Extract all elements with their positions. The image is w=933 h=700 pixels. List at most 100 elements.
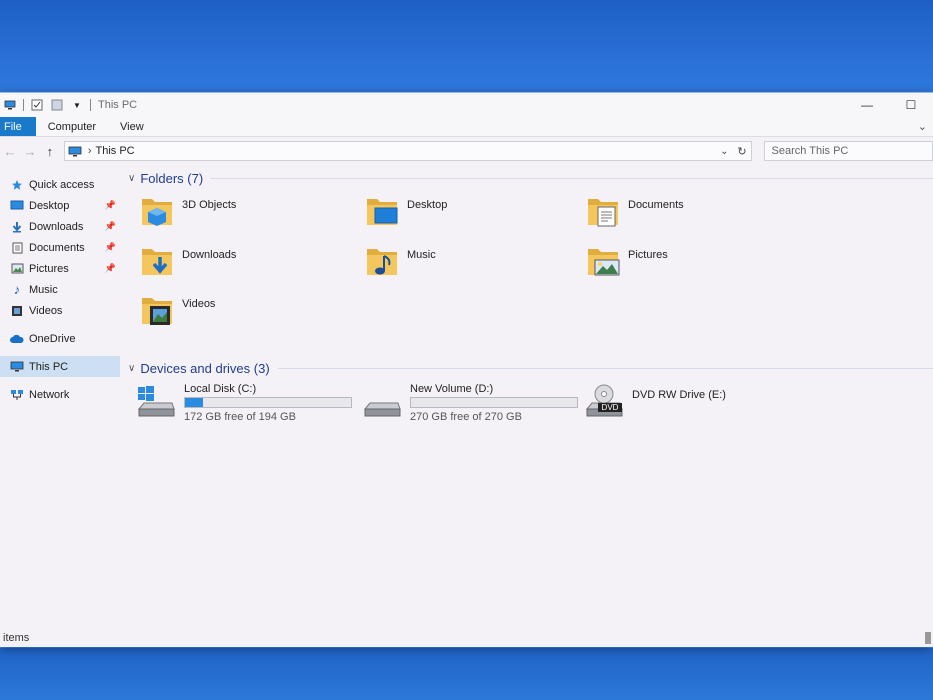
drive-label: DVD RW Drive (E:) [632, 389, 726, 401]
dvd-drive-icon: DVD [585, 384, 623, 417]
sidebar-item-label: Documents [29, 241, 85, 254]
drive-free-space: 172 GB free of 194 GB [184, 411, 296, 423]
sidebar-item-label: Pictures [29, 262, 69, 275]
chevron-down-icon[interactable]: ∨ [128, 363, 135, 374]
back-arrow-icon[interactable]: ← [0, 144, 20, 159]
maximize-icon[interactable]: ☐ [889, 93, 933, 117]
sidebar-item-label: Quick access [29, 178, 95, 191]
documents-icon [10, 242, 24, 254]
breadcrumb[interactable]: This PC [95, 145, 134, 157]
folder-videos-icon [142, 298, 172, 325]
sidebar-item-label: Videos [29, 304, 63, 317]
title-bar: ▼ This PC — ☐ [0, 93, 933, 117]
tab-view[interactable]: View [108, 117, 156, 136]
computer-icon [10, 361, 24, 373]
drive-label: Local Disk (C:) [184, 383, 257, 395]
folder-3d-objects-icon [142, 199, 172, 226]
navigation-pane: Quick access Desktop 📌 Downloads 📌 Docum… [0, 167, 120, 629]
folder-label: Music [407, 249, 436, 261]
divider [211, 177, 933, 179]
folder-downloads-icon [142, 249, 172, 275]
sidebar-item-desktop[interactable]: Desktop 📌 [0, 195, 120, 216]
folder-label: Documents [628, 199, 684, 211]
minimize-icon[interactable]: — [845, 93, 889, 117]
folder-label: Downloads [182, 249, 237, 261]
pin-icon[interactable]: 📌 [105, 221, 116, 232]
address-history-dropdown-icon[interactable]: ⌄ [720, 146, 728, 157]
resize-grip-icon[interactable] [925, 632, 931, 644]
sidebar-item-label: OneDrive [29, 332, 76, 345]
drive-usage-fill [185, 398, 204, 407]
drive-free-space: 270 GB free of 270 GB [410, 411, 522, 423]
sidebar-item-label: This PC [29, 360, 69, 373]
divider [90, 99, 91, 111]
folder-documents[interactable]: Documents [586, 193, 684, 229]
status-item-count: items [3, 632, 30, 644]
ribbon-tabs: File Computer View ⌄ [0, 117, 933, 137]
folder-documents-icon [588, 199, 618, 227]
desktop-background [0, 648, 933, 700]
folders-group-header[interactable]: ∨ Folders (7) [122, 167, 933, 189]
folders-grid: 3D Objects Desktop Documents Downloads M… [122, 189, 933, 357]
customize-toolbar-icon[interactable]: ▼ [70, 99, 84, 111]
drive-dvd-rw-e[interactable]: DVD DVD RW Drive (E:) [584, 383, 726, 421]
content-pane: ∨ Folders (7) 3D Objects Desktop Documen… [122, 167, 933, 629]
divider [23, 99, 24, 111]
new-folder-icon[interactable] [50, 99, 64, 111]
address-row: ← → ↑ › This PC ⌄ ↻ Search This PC [0, 137, 933, 165]
folder-label: Videos [182, 298, 216, 310]
folder-music-icon [367, 249, 397, 275]
star-icon [10, 179, 24, 191]
dvd-logo-text: DVD [602, 403, 619, 412]
pin-icon[interactable]: 📌 [105, 242, 116, 253]
folder-label: Pictures [628, 249, 668, 261]
drive-local-disk-c[interactable]: Local Disk (C:) 172 GB free of 194 GB [136, 383, 352, 423]
search-input[interactable]: Search This PC [763, 141, 933, 161]
forward-arrow-icon[interactable]: → [20, 144, 40, 159]
group-title: Devices and drives (3) [140, 360, 270, 376]
pictures-icon [10, 263, 24, 275]
computer-icon[interactable] [3, 99, 17, 111]
sidebar-item-this-pc[interactable]: This PC [0, 356, 120, 377]
sidebar-item-quick-access[interactable]: Quick access [0, 174, 120, 195]
hard-drive-icon [363, 402, 401, 417]
drive-new-volume-d[interactable]: New Volume (D:) 270 GB free of 270 GB [362, 383, 578, 423]
refresh-icon[interactable]: ↻ [737, 145, 746, 158]
folder-downloads[interactable]: Downloads [140, 243, 236, 279]
chevron-down-icon[interactable]: ∨ [128, 173, 135, 184]
downloads-icon [10, 221, 24, 233]
properties-icon[interactable] [30, 99, 44, 111]
sidebar-item-downloads[interactable]: Downloads 📌 [0, 216, 120, 237]
drive-usage-bar [184, 397, 352, 408]
sidebar-item-documents[interactable]: Documents 📌 [0, 237, 120, 258]
drives-grid: Local Disk (C:) 172 GB free of 194 GB Ne… [122, 379, 933, 439]
up-arrow-icon[interactable]: ↑ [40, 144, 60, 159]
folder-pictures[interactable]: Pictures [586, 243, 668, 279]
computer-icon [68, 146, 82, 156]
network-icon [10, 389, 24, 401]
sidebar-item-label: Music [29, 283, 58, 296]
sidebar-item-network[interactable]: Network [0, 384, 120, 405]
breadcrumb-chevron-icon[interactable]: › [88, 145, 92, 157]
folder-music[interactable]: Music [365, 243, 436, 279]
expand-ribbon-icon[interactable]: ⌄ [918, 117, 933, 136]
sidebar-item-label: Network [29, 388, 70, 401]
sidebar-item-pictures[interactable]: Pictures 📌 [0, 258, 120, 279]
tab-computer[interactable]: Computer [36, 117, 108, 136]
address-bar[interactable]: › This PC ⌄ ↻ [63, 141, 752, 161]
sidebar-item-music[interactable]: ♪ Music [0, 279, 120, 300]
drives-group-header[interactable]: ∨ Devices and drives (3) [122, 357, 933, 379]
sidebar-item-onedrive[interactable]: OneDrive [0, 328, 120, 349]
folder-videos[interactable]: Videos [140, 292, 215, 328]
pin-icon[interactable]: 📌 [105, 200, 116, 211]
sidebar-item-videos[interactable]: Videos [0, 300, 120, 321]
pin-icon[interactable]: 📌 [105, 263, 116, 274]
videos-icon [10, 305, 24, 317]
folder-desktop[interactable]: Desktop [365, 193, 447, 229]
tab-file[interactable]: File [0, 117, 36, 136]
folder-3d-objects[interactable]: 3D Objects [140, 193, 236, 229]
cloud-icon [10, 333, 24, 345]
sidebar-item-label: Downloads [29, 220, 84, 233]
group-title: Folders (7) [140, 170, 204, 186]
folder-pictures-icon [588, 249, 620, 276]
